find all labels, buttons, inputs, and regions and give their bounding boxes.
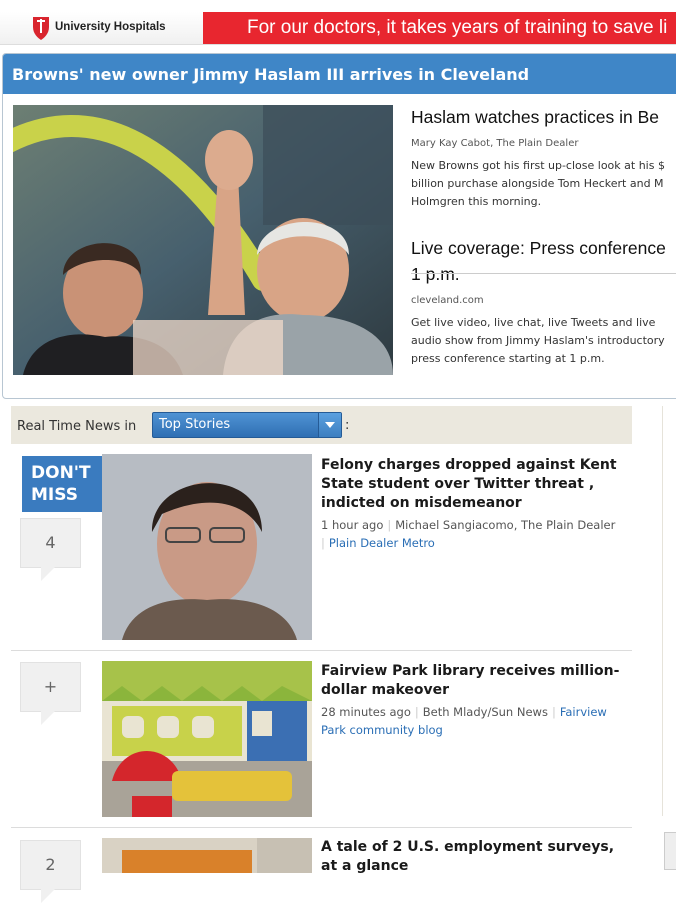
comment-count: 4 <box>45 533 56 552</box>
article-thumbnail[interactable] <box>102 454 312 640</box>
story-headline-line[interactable]: 1 p.m. <box>411 261 676 287</box>
comment-count: 2 <box>45 855 56 874</box>
featured-title[interactable]: Browns' new owner Jimmy Haslam III arriv… <box>12 65 529 84</box>
article-photo <box>102 838 312 873</box>
featured-story: Live coverage: Press conference 1 p.m. c… <box>411 235 676 368</box>
article-author: Beth Mlady/Sun News <box>422 705 548 719</box>
comment-count-bubble[interactable]: 4 <box>20 518 81 581</box>
item-divider <box>11 827 632 828</box>
story-headline[interactable]: Haslam watches practices in Be <box>411 104 676 130</box>
featured-box: Browns' new owner Jimmy Haslam III arriv… <box>2 53 676 399</box>
comment-count-bubble[interactable]: 2 <box>20 840 81 903</box>
story-headline-line[interactable]: Live coverage: Press conference <box>411 235 676 261</box>
dont-miss-badge: DON'T MISS <box>22 456 120 512</box>
article-section-link[interactable]: Plain Dealer Metro <box>329 536 435 550</box>
article-photo <box>102 661 312 817</box>
item-divider <box>11 650 632 651</box>
featured-header: Browns' new owner Jimmy Haslam III arriv… <box>3 54 676 94</box>
story-byline: Mary Kay Cabot, The Plain Dealer <box>411 138 579 149</box>
chevron-down-icon[interactable] <box>318 413 341 437</box>
story-blurb-line: New Browns got his first up-close look a… <box>411 159 665 172</box>
story-blurb: New Browns got his first up-close look a… <box>411 157 676 211</box>
article-time: 1 hour ago <box>321 518 384 532</box>
article-text: A tale of 2 U.S. employment surveys, at … <box>321 838 626 876</box>
colon: : <box>345 418 350 433</box>
featured-story: Haslam watches practices in Be Mary Kay … <box>411 104 676 211</box>
ad-tagline: For our doctors, it takes years of train… <box>247 17 668 38</box>
article-text: Fairview Park library receives million-d… <box>321 662 626 739</box>
featured-photo-image <box>13 105 393 375</box>
story-divider <box>411 273 676 274</box>
article-headline[interactable]: Felony charges dropped against Kent Stat… <box>321 456 626 513</box>
comment-count-bubble[interactable]: + <box>20 662 81 725</box>
select-value: Top Stories <box>159 417 231 432</box>
article-author: Michael Sangiacomo, The Plain Dealer <box>395 518 616 532</box>
ad-message[interactable]: For our doctors, it takes years of train… <box>203 12 676 44</box>
story-headline[interactable]: Live coverage: Press conference 1 p.m. <box>411 235 676 287</box>
article-photo <box>102 454 312 640</box>
featured-side-stories: Haslam watches practices in Be Mary Kay … <box>411 104 676 368</box>
article-thumbnail[interactable] <box>102 661 312 817</box>
article-time: 28 minutes ago <box>321 705 411 719</box>
shield-logo-icon <box>33 17 49 40</box>
article-meta: 28 minutes ago | Beth Mlady/Sun News | Fairv… <box>321 705 607 737</box>
article-headline[interactable]: Fairview Park library receives million-d… <box>321 662 626 700</box>
ad-brand: University Hospitals <box>55 21 166 33</box>
article-text: Felony charges dropped against Kent Stat… <box>321 456 626 552</box>
story-blurb-line: audio show from Jimmy Haslam's introduct… <box>411 334 665 347</box>
story-blurb: Get live video, live chat, live Tweets a… <box>411 314 676 368</box>
article-thumbnail[interactable] <box>102 838 312 873</box>
story-byline: cleveland.com <box>411 295 484 306</box>
badge-line: MISS <box>31 485 78 505</box>
article-meta: 1 hour ago | Michael Sangiacomo, The Plain… <box>321 518 616 550</box>
story-blurb-line: press conference starting at 1 p.m. <box>411 352 605 365</box>
right-column-divider <box>662 406 663 816</box>
story-blurb-line: Get live video, live chat, live Tweets a… <box>411 316 656 329</box>
story-blurb-line: Holmgren this morning. <box>411 195 542 208</box>
comment-count: + <box>43 677 58 696</box>
badge-line: DON'T <box>31 463 91 483</box>
featured-photo[interactable] <box>13 105 393 375</box>
article-headline[interactable]: A tale of 2 U.S. employment surveys, at … <box>321 838 626 876</box>
stories-filter-select[interactable]: Top Stories <box>152 412 342 438</box>
banner-ad[interactable]: University Hospitals For our doctors, it… <box>0 12 676 45</box>
realtime-label: Real Time News in <box>17 419 137 434</box>
ad-logo[interactable]: University Hospitals <box>0 12 203 44</box>
right-column-widget[interactable] <box>664 832 676 870</box>
story-blurb-line: billion purchase alongside Tom Heckert a… <box>411 177 664 190</box>
realtime-news-bar: Real Time News in Top Stories : <box>11 406 632 444</box>
